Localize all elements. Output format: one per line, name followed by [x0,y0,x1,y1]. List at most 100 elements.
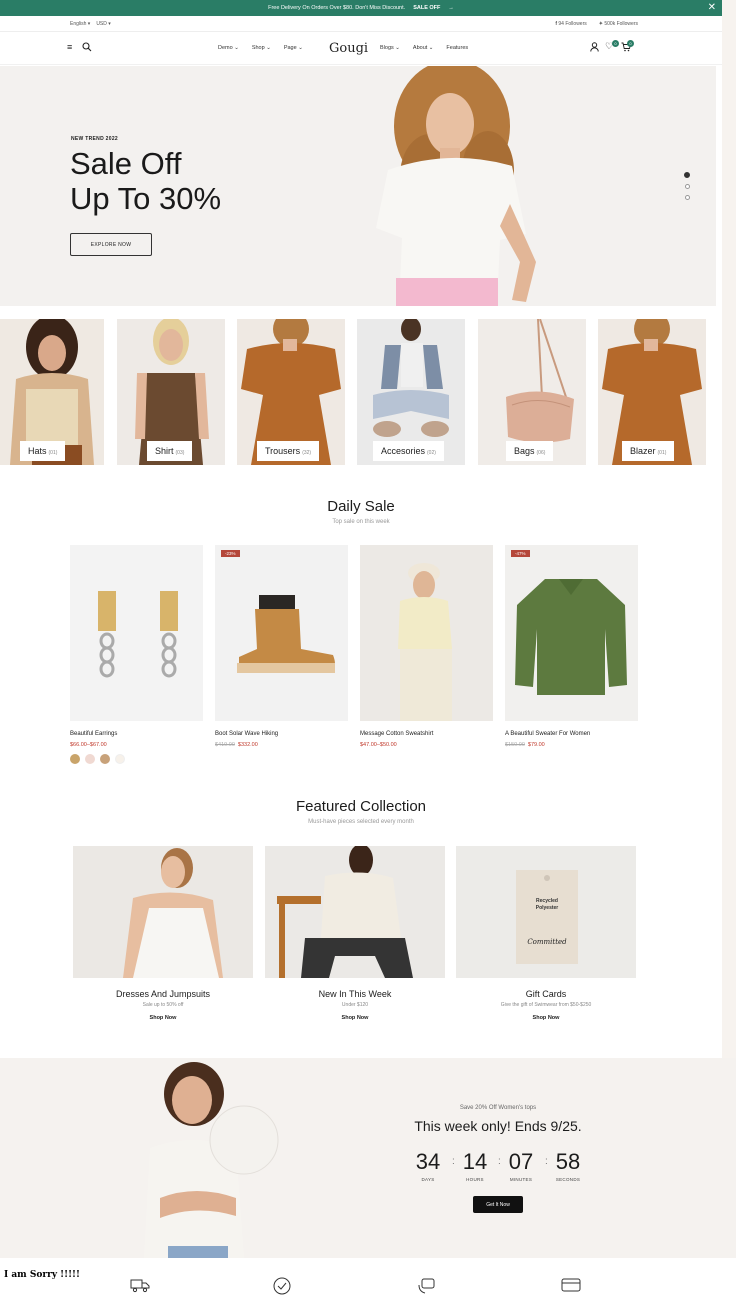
gift-card-script: Committed [527,938,567,946]
featured-item-subtitle: Under $120 [341,1002,369,1008]
hero-eyebrow: NEW TREND 2022 [71,136,118,142]
category-card-accesories[interactable]: Accesories (02) [357,319,465,465]
discount-tag: -47% [511,550,530,557]
featured-image [456,846,636,978]
announcement-text: Free Delivery On Orders Over $80. Don't … [268,5,406,11]
twitter-followers[interactable]: ✦ 500k Followers [599,21,638,27]
utility-bar: English ▾ USD ▾ f 94 Followers ✦ 500k Fo… [0,16,722,32]
daily-sale-title: Daily Sale [327,498,395,515]
product-card-sweatshirt[interactable] [360,545,493,721]
color-swatch[interactable] [85,754,95,764]
category-card-trousers[interactable]: Trousers (32) [237,319,345,465]
discount-tag: -23% [221,550,240,557]
product-name[interactable]: Beautiful Earrings [70,731,117,737]
slider-dot-1[interactable] [684,172,690,178]
overlay-caption: I am Sorry !!!!! [4,1270,80,1280]
nav-shop[interactable]: Shop ⌄ [252,45,271,51]
close-icon[interactable]: ✕ [708,2,716,14]
featured-subtitle: Must-have pieces selected every month [308,819,414,825]
category-card-bags[interactable]: Bags (06) [478,319,586,465]
product-name[interactable]: A Beautiful Sweater For Women [505,731,590,737]
featured-card-dresses[interactable] [73,846,253,978]
search-icon[interactable] [82,42,92,54]
facebook-followers[interactable]: f 94 Followers [555,21,586,27]
countdown-separator: : [452,1156,455,1167]
countdown-minutes: 07 MINUTES [508,1149,534,1183]
promo-model-image [144,1062,279,1258]
slider-dot-3[interactable] [685,195,690,200]
get-it-now-button[interactable]: Get It Now [473,1196,523,1213]
slider-dot-2[interactable] [685,184,690,189]
category-card-blazer[interactable]: Blazer (01) [598,319,706,465]
countdown-separator: : [498,1156,501,1167]
promo-headline: This week only! Ends 9/25. [414,1118,582,1134]
product-card-earrings[interactable] [70,545,203,721]
featured-item-title[interactable]: Dresses And Jumpsuits [73,989,253,999]
explore-now-button[interactable]: EXPLORE NOW [70,233,152,256]
product-card-boot[interactable]: -23% [215,545,348,721]
wishlist-count-badge: 0 [612,40,619,47]
currency-select[interactable]: USD ▾ [96,21,110,27]
shipping-truck-icon [130,1277,150,1296]
category-label: Accesories (02) [373,441,444,461]
sale-off-link[interactable]: SALE OFF [413,5,440,11]
featured-card-gift-cards[interactable]: Recycled Polyester Committed [456,846,636,978]
support-chat-icon [417,1277,435,1298]
main-nav: ≡ Demo ⌄ Shop ⌄ Page ⌄ Gougi Blogs ⌄ Abo… [0,33,722,65]
product-image [70,545,203,721]
user-icon[interactable] [590,42,599,54]
nav-page[interactable]: Page ⌄ [284,45,303,51]
hero-model-image [376,66,536,306]
payment-card-icon [561,1277,581,1296]
featured-item-title[interactable]: New In This Week [265,989,445,999]
product-name[interactable]: Message Cotton Sweatshirt [360,731,433,737]
product-card-sweater[interactable]: -47% [505,545,638,721]
features-strip [0,1258,736,1308]
category-label: Blazer (01) [622,441,675,461]
daily-sale-subtitle: Top sale on this week [332,519,390,525]
category-label: Trousers (32) [257,441,320,461]
product-price: $419.00 $332.00 [215,742,258,748]
arrow-right-icon: → [448,5,454,11]
quality-badge-icon [273,1277,291,1298]
countdown-hours: 14 HOURS [462,1149,488,1183]
color-swatch[interactable] [100,754,110,764]
color-swatch[interactable] [70,754,80,764]
shop-now-link[interactable]: Shop Now [456,1015,636,1021]
product-image [360,545,493,721]
product-name[interactable]: Boot Solar Wave Hiking [215,731,278,737]
featured-item-title[interactable]: Gift Cards [456,989,636,999]
language-select[interactable]: English ▾ [70,21,90,27]
cart-count-badge: 0 [627,40,634,47]
nav-blogs[interactable]: Blogs ⌄ [380,45,400,51]
promo-eyebrow: Save 20% Off Women's tops [459,1105,537,1111]
gift-card-brand: Recycled Polyester [535,898,559,911]
shop-now-link[interactable]: Shop Now [73,1015,253,1021]
hero-title: Sale Off Up To 30% [70,146,222,216]
hamburger-menu-icon[interactable]: ≡ [67,42,72,52]
category-label: Bags (06) [506,441,554,461]
featured-image [265,846,445,978]
product-image [505,545,638,721]
promo-countdown-section: Save 20% Off Women's tops This week only… [0,1058,736,1258]
featured-image [73,846,253,978]
product-price: $66.00–$67.00 [70,742,107,748]
countdown-seconds: 58 SECONDS [555,1149,581,1183]
product-image [215,545,348,721]
nav-demo[interactable]: Demo ⌄ [218,45,239,51]
category-card-hats[interactable]: Hats (01) [0,319,104,465]
featured-item-subtitle: Sale up to 50% off [142,1002,184,1008]
countdown-separator: : [545,1156,548,1167]
announcement-bar: Free Delivery On Orders Over $80. Don't … [0,0,722,16]
color-swatch[interactable] [115,754,125,764]
category-label: Hats (01) [20,441,66,461]
twitter-icon: ✦ [598,21,603,27]
nav-about[interactable]: About ⌄ [413,45,434,51]
hero-banner: NEW TREND 2022 Sale Off Up To 30% EXPLORE… [0,66,716,306]
shop-now-link[interactable]: Shop Now [265,1015,445,1021]
nav-features[interactable]: Features [446,45,468,51]
category-card-shirt[interactable]: Shirt (03) [117,319,225,465]
featured-card-new-in[interactable] [265,846,445,978]
site-logo[interactable]: Gougi [329,41,368,56]
product-price: $150.00 $79.00 [505,742,545,748]
